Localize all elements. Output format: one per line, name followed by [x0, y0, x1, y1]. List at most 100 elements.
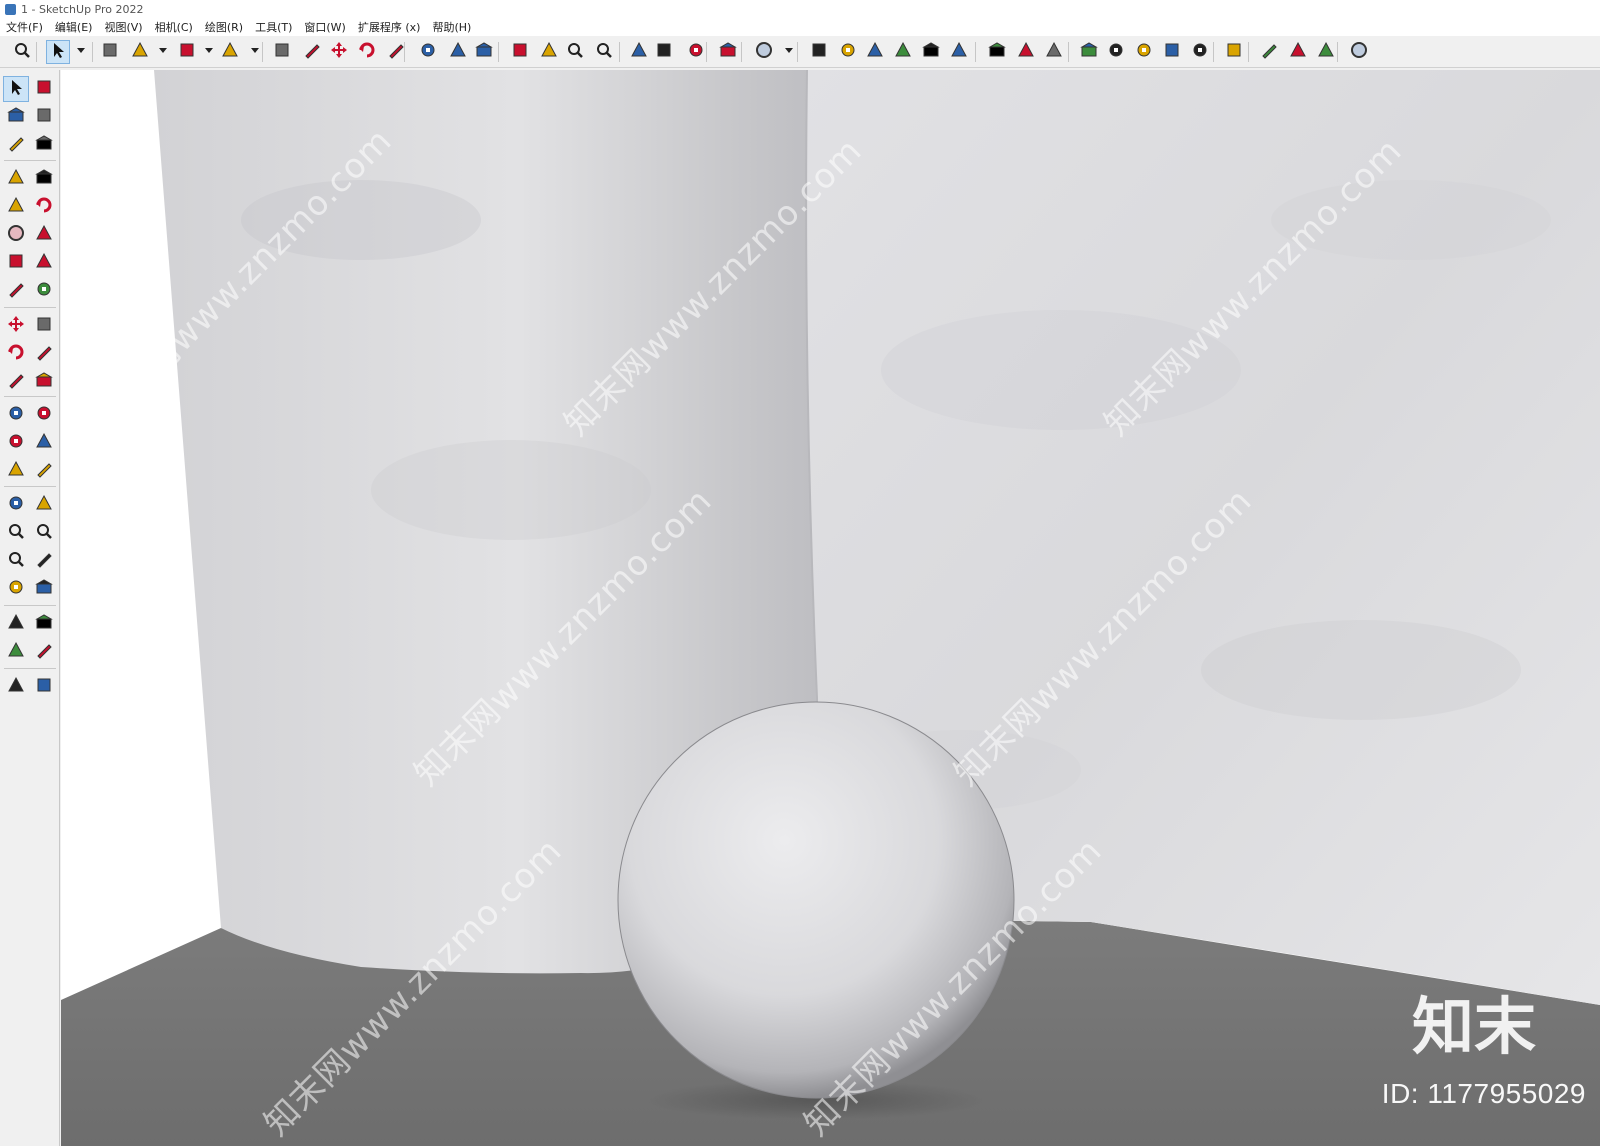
- back-view-button[interactable]: [919, 40, 943, 64]
- follow-me-button[interactable]: [300, 40, 324, 64]
- left-tool-paint-bucket[interactable]: [3, 104, 29, 130]
- dropdown-arrow-icon[interactable]: [251, 48, 259, 53]
- dropdown-arrow-icon[interactable]: [205, 48, 213, 53]
- extension-warehouse-button[interactable]: [652, 40, 676, 64]
- left-tool-zoom-window[interactable]: [31, 520, 57, 546]
- layout-button[interactable]: [684, 40, 708, 64]
- style-builder-button[interactable]: [716, 40, 740, 64]
- section-plane-button[interactable]: [985, 40, 1009, 64]
- left-tool-arc[interactable]: [3, 250, 29, 276]
- left-tool-sandbox-from-contours[interactable]: [3, 639, 29, 665]
- left-view-button[interactable]: [947, 40, 971, 64]
- left-tool-look-around[interactable]: [31, 576, 57, 602]
- left-tool-scale[interactable]: [3, 369, 29, 395]
- left-tool-select[interactable]: [3, 76, 29, 102]
- left-tool-pan[interactable]: [31, 492, 57, 518]
- left-tool-smoove[interactable]: [3, 674, 29, 700]
- left-tool-stamp[interactable]: [31, 674, 57, 700]
- cart-button[interactable]: [1314, 40, 1338, 64]
- left-tool-three-point-arc[interactable]: [3, 278, 29, 304]
- left-tool-rotated-rectangle[interactable]: [31, 194, 57, 220]
- left-tool-rectangle[interactable]: [3, 194, 29, 220]
- zoom-tool-button[interactable]: [563, 40, 587, 64]
- pencil-button[interactable]: [128, 40, 152, 64]
- menu-tools[interactable]: 工具(T): [249, 19, 298, 35]
- menu-view[interactable]: 视图(V): [98, 19, 148, 35]
- top-view-button[interactable]: [836, 40, 860, 64]
- trimble-connect-button[interactable]: [1257, 40, 1281, 64]
- select-button[interactable]: [46, 40, 70, 64]
- zoom-extents-button[interactable]: [592, 40, 616, 64]
- right-view-button[interactable]: [891, 40, 915, 64]
- left-tool-orbit[interactable]: [31, 76, 57, 102]
- left-tool-zoom-extents[interactable]: [3, 548, 29, 574]
- left-tool-protractor[interactable]: [3, 430, 29, 456]
- add-location-button[interactable]: [1077, 40, 1101, 64]
- left-tool-component[interactable]: [3, 132, 29, 158]
- left-tool-previous-view[interactable]: [31, 548, 57, 574]
- left-tool-rotate[interactable]: [3, 341, 29, 367]
- rectangle-button[interactable]: [218, 40, 242, 64]
- orbit-button[interactable]: [508, 40, 532, 64]
- settings-button[interactable]: [1222, 40, 1246, 64]
- left-tool-offset[interactable]: [31, 369, 57, 395]
- left-tool-polygon[interactable]: [31, 222, 57, 248]
- sandbox-button[interactable]: [1104, 40, 1128, 64]
- left-tool-move[interactable]: [3, 313, 29, 339]
- left-tool-follow-me[interactable]: [31, 341, 57, 367]
- left-tool-orbit-tool[interactable]: [3, 492, 29, 518]
- paint-bucket-button[interactable]: [472, 40, 496, 64]
- left-tool-text[interactable]: [31, 430, 57, 456]
- left-tool-walk[interactable]: [3, 611, 29, 637]
- left-tool-section-plane[interactable]: [31, 611, 57, 637]
- eraser-button[interactable]: [98, 40, 122, 64]
- left-tool-freehand[interactable]: [31, 166, 57, 192]
- menu-help[interactable]: 帮助(H): [426, 19, 477, 35]
- info-button[interactable]: [1286, 40, 1310, 64]
- menu-extensions[interactable]: 扩展程序 (x): [352, 19, 427, 35]
- left-tool-tape-measure[interactable]: [3, 402, 29, 428]
- warehouse-button[interactable]: [627, 40, 651, 64]
- pan-button[interactable]: [537, 40, 561, 64]
- menu-camera[interactable]: 相机(C): [149, 19, 199, 35]
- cloud-button[interactable]: [1188, 40, 1212, 64]
- section-cut-button[interactable]: [1042, 40, 1066, 64]
- menu-edit[interactable]: 编辑(E): [49, 19, 99, 35]
- left-tool-pencil[interactable]: [3, 166, 29, 192]
- left-tool-sandbox-scratch[interactable]: [31, 639, 57, 665]
- rotate-button[interactable]: [355, 40, 379, 64]
- left-tool-zoom[interactable]: [3, 520, 29, 546]
- arc-button[interactable]: [175, 40, 199, 64]
- text-button[interactable]: [446, 40, 470, 64]
- dropdown-arrow-icon[interactable]: [785, 48, 793, 53]
- iso-view-button[interactable]: [807, 40, 831, 64]
- account-button[interactable]: [752, 40, 776, 64]
- menu-window[interactable]: 窗口(W): [298, 19, 351, 35]
- left-tool-dimension[interactable]: [31, 402, 57, 428]
- text-icon: [449, 41, 467, 63]
- menu-draw[interactable]: 绘图(R): [199, 19, 249, 35]
- section-display-button[interactable]: [1014, 40, 1038, 64]
- left-tool-push-pull[interactable]: [31, 313, 57, 339]
- dropdown-arrow-icon[interactable]: [159, 48, 167, 53]
- scale-button[interactable]: [384, 40, 408, 64]
- checker-button[interactable]: [1160, 40, 1184, 64]
- dropdown-arrow-icon[interactable]: [77, 48, 85, 53]
- left-tool-pie[interactable]: [31, 278, 57, 304]
- move-button[interactable]: [327, 40, 351, 64]
- zoom-button[interactable]: [10, 40, 34, 64]
- left-tool-3d-text[interactable]: [31, 458, 57, 484]
- model-viewport[interactable]: 知末网www.znzmo.com 知末网www.znzmo.com 知末网www…: [61, 70, 1600, 1146]
- tape-measure-button[interactable]: [416, 40, 440, 64]
- left-tool-tag[interactable]: [31, 132, 57, 158]
- left-tool-position-camera[interactable]: [3, 576, 29, 602]
- push-pull-button[interactable]: [270, 40, 294, 64]
- profile-button[interactable]: [1347, 40, 1371, 64]
- left-tool-two-point-arc[interactable]: [31, 250, 57, 276]
- left-tool-circle[interactable]: [3, 222, 29, 248]
- left-tool-eraser[interactable]: [31, 104, 57, 130]
- solid-tools-button[interactable]: [1132, 40, 1156, 64]
- menu-file[interactable]: 文件(F): [0, 19, 49, 35]
- left-tool-axes[interactable]: [3, 458, 29, 484]
- front-view-button[interactable]: [863, 40, 887, 64]
